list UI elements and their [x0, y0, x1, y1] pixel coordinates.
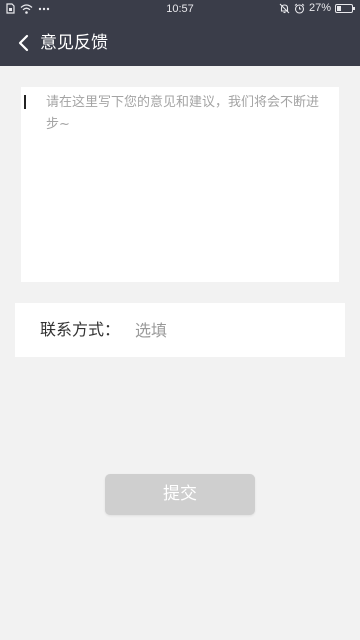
alarm-icon — [294, 3, 305, 14]
mute-bell-icon — [279, 3, 290, 13]
contact-row: 联系方式： — [15, 303, 345, 357]
battery-level — [337, 5, 341, 11]
battery-percentage: 27% — [308, 2, 331, 14]
battery-icon — [335, 3, 355, 13]
submit-button[interactable]: 提交 — [105, 474, 255, 515]
text-cursor — [24, 95, 26, 109]
chevron-left-icon[interactable] — [14, 32, 34, 54]
contact-input[interactable] — [135, 317, 330, 343]
page-title: 意见反馈 — [40, 33, 108, 53]
feedback-textarea[interactable] — [21, 87, 339, 282]
status-bar: 10:57 27% — [0, 0, 360, 20]
contact-label: 联系方式： — [40, 320, 121, 339]
status-right-icons: 27% — [279, 2, 355, 14]
feedback-box — [21, 87, 339, 282]
app-bar: 意见反馈 — [0, 20, 360, 66]
